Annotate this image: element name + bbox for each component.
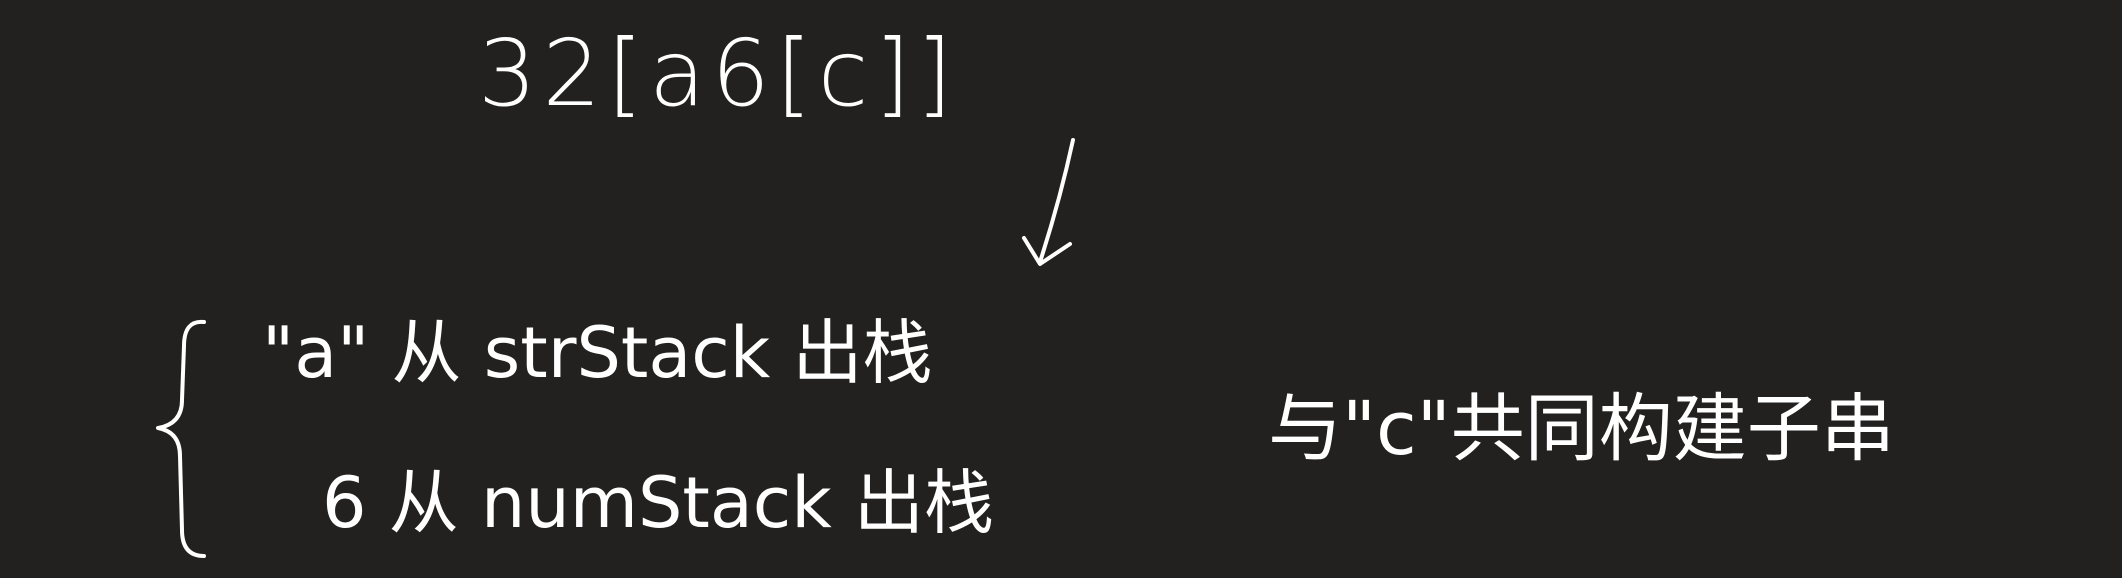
encoded-expression: 32[a6[c]] (478, 20, 959, 127)
arrow-down-icon (1022, 138, 1075, 266)
annotation-strokes (156, 138, 1075, 558)
build-substring-note: 与"c"共同构建子串 (1268, 386, 1895, 472)
step-pop-string: "a" 从 strStack 出栈 (262, 312, 933, 394)
left-curly-brace (156, 319, 206, 558)
whiteboard-canvas: 32[a6[c]] "a" 从 strStack 出栈 6 从 numStack… (0, 0, 2122, 578)
step-pop-number: 6 从 numStack 出栈 (322, 462, 995, 544)
